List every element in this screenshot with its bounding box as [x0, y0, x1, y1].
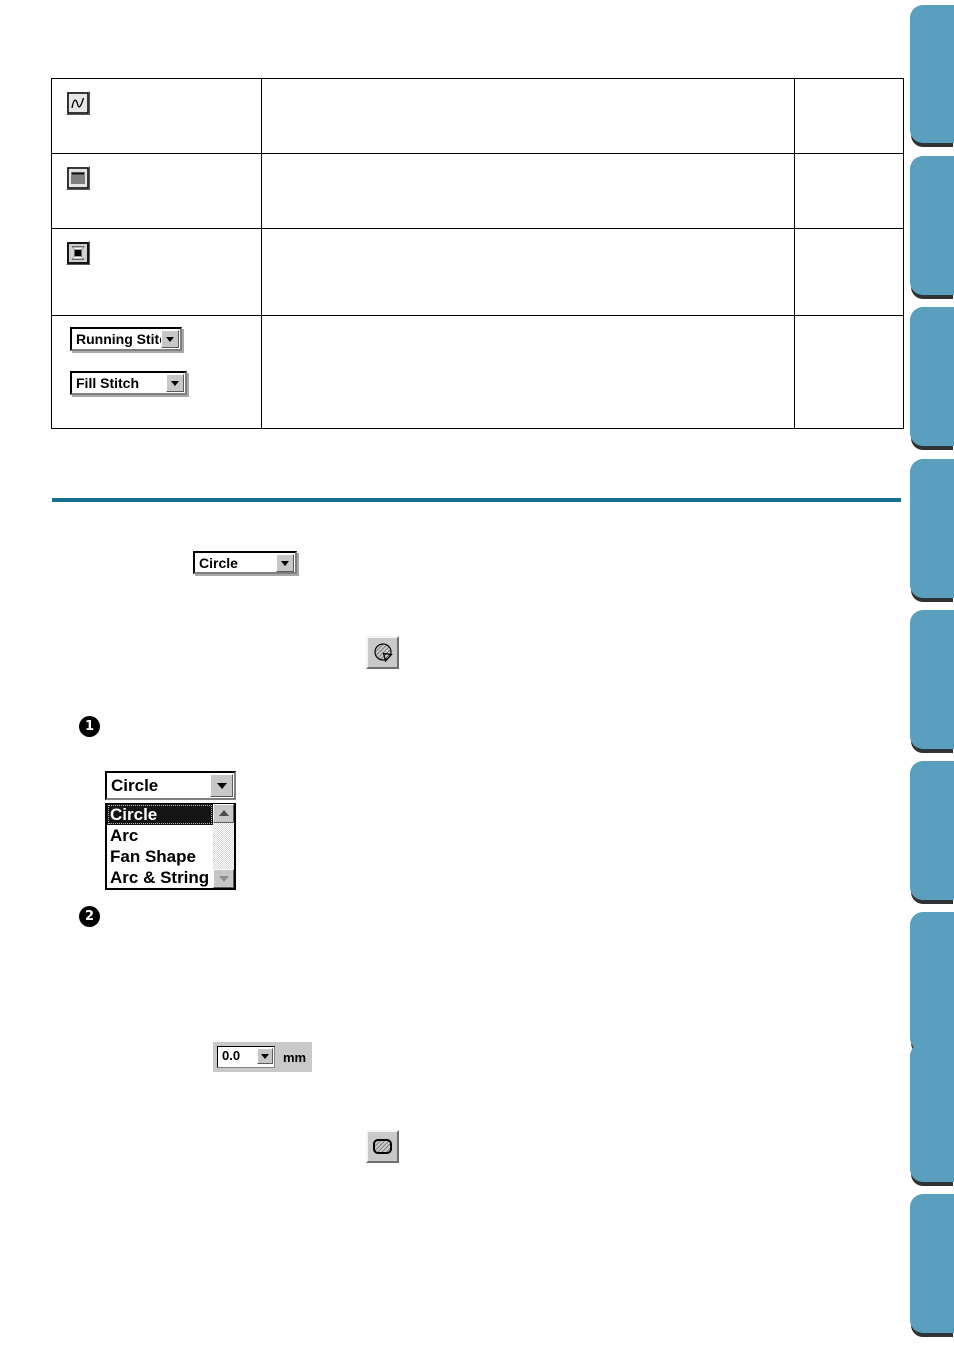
curve-line-tool-icon[interactable] [66, 91, 90, 115]
region-sew-type-combo[interactable]: Fill Stitch [70, 371, 187, 395]
line-sew-type-combo[interactable]: Running Stitch [70, 327, 182, 351]
shape-select-combo-expanded[interactable]: Circle Circle Arc Fan Shape Arc & String [105, 771, 236, 890]
table-cell-description [261, 315, 795, 429]
circle-arc-shape-tool-icon[interactable] [366, 636, 399, 669]
chevron-down-icon[interactable] [161, 330, 179, 348]
chevron-down-icon[interactable] [210, 774, 233, 797]
table-cell-control [51, 78, 262, 154]
thumb-tab-8[interactable] [910, 1043, 954, 1182]
step-marker-2: 2 [79, 906, 100, 927]
table-cell-control [51, 228, 262, 316]
step-marker-1: 1 [79, 716, 100, 737]
thumb-tab-2[interactable] [910, 156, 954, 295]
table-cell-reference [794, 153, 904, 229]
feature-reference-table: Running Stitch Fill Stitch [51, 78, 904, 429]
chevron-down-icon[interactable] [257, 1048, 273, 1064]
table-row [51, 153, 904, 229]
table-cell-description [261, 228, 795, 316]
list-item[interactable]: Circle [107, 804, 213, 825]
table-row [51, 228, 904, 316]
list-item[interactable]: Arc & String [107, 867, 213, 888]
thumb-tab-3[interactable] [910, 307, 954, 446]
table-cell-reference [794, 315, 904, 429]
line-spacing-unit-label: mm [283, 1049, 307, 1065]
table-cell-control: Running Stitch Fill Stitch [51, 315, 262, 429]
table-row [51, 78, 904, 154]
line-spacing-combo[interactable]: 0.0 [217, 1046, 275, 1068]
section-divider-rule [52, 498, 901, 502]
table-row: Running Stitch Fill Stitch [51, 315, 904, 429]
table-cell-reference [794, 228, 904, 316]
thumb-tab-4[interactable] [910, 459, 954, 598]
table-cell-control [51, 153, 262, 229]
table-cell-description [261, 153, 795, 229]
region-fill-tool-icon[interactable] [366, 1130, 399, 1163]
list-item[interactable]: Fan Shape [107, 846, 213, 867]
thread-spool-tool-icon[interactable] [66, 241, 90, 265]
thumb-tab-7[interactable] [910, 912, 954, 1051]
chapter-thumb-tabs [910, 0, 954, 1348]
thumb-tab-1[interactable] [910, 5, 954, 143]
chevron-down-icon[interactable] [166, 374, 184, 392]
thumb-tab-6[interactable] [910, 761, 954, 900]
thumb-tab-9[interactable] [910, 1194, 954, 1333]
line-spacing-control-group: 0.0 mm [213, 1042, 313, 1072]
shape-option-list[interactable]: Circle Arc Fan Shape Arc & String [105, 803, 236, 890]
thumb-tab-5[interactable] [910, 610, 954, 749]
list-item[interactable]: Arc [107, 825, 213, 846]
scroll-up-arrow-icon[interactable] [213, 804, 234, 823]
table-cell-description [261, 78, 795, 154]
shape-select-combo-field[interactable]: Circle [105, 771, 236, 800]
satin-stitch-tool-icon[interactable] [66, 166, 90, 190]
scroll-down-arrow-icon[interactable] [213, 869, 234, 888]
shape-select-combo[interactable]: Circle [193, 551, 297, 574]
table-cell-reference [794, 78, 904, 154]
chevron-down-icon[interactable] [276, 554, 294, 572]
list-scrollbar[interactable] [213, 804, 234, 888]
